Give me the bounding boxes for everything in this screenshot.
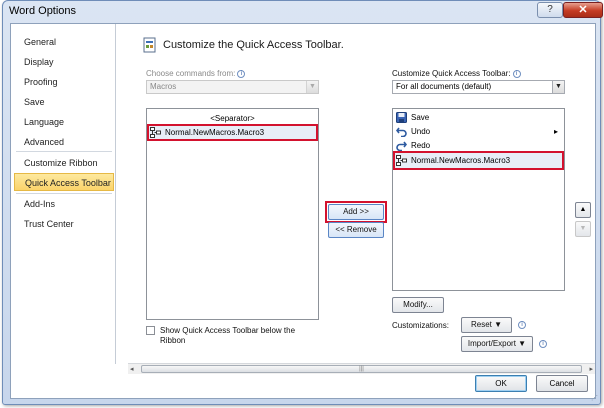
show-below-ribbon-label-2: Ribbon	[160, 336, 186, 345]
ok-button[interactable]: OK	[475, 375, 527, 392]
customize-qat-label: Customize Quick Access Toolbar: i	[392, 69, 521, 78]
customize-qat-label-text: Customize Quick Access Toolbar:	[392, 69, 511, 78]
import-export-button[interactable]: Import/Export ▼	[461, 336, 533, 352]
sidebar-item-trust-center[interactable]: Trust Center	[14, 215, 114, 233]
sidebar-item-quick-access-toolbar[interactable]: Quick Access Toolbar	[14, 173, 114, 191]
customizations-label: Customizations:	[392, 321, 449, 330]
sidebar-item-advanced[interactable]: Advanced	[14, 133, 114, 151]
undo-icon	[396, 127, 407, 137]
chevron-down-icon: ▼	[552, 81, 564, 93]
sidebar-item-display[interactable]: Display	[14, 53, 114, 71]
cancel-button[interactable]: Cancel	[536, 375, 588, 392]
word-options-window: Word Options ? ✕ General Display Proofin…	[2, 0, 603, 405]
sidebar-item-add-ins[interactable]: Add-Ins	[14, 195, 114, 213]
help-button[interactable]: ?	[537, 2, 563, 18]
sidebar-item-proofing[interactable]: Proofing	[14, 73, 114, 91]
reset-button[interactable]: Reset ▼	[461, 317, 512, 333]
sidebar: General Display Proofing Save Language A…	[11, 24, 116, 364]
main-panel: Customize the Quick Access Toolbar. Choo…	[117, 24, 595, 374]
dialog-client: General Display Proofing Save Language A…	[10, 23, 596, 399]
sidebar-divider	[16, 151, 112, 152]
highlight-box	[393, 151, 564, 170]
page-title: Customize the Quick Access Toolbar.	[163, 39, 344, 51]
horizontal-scrollbar[interactable]: ◂ ||| ▸	[128, 363, 595, 374]
choose-commands-value: Macros	[150, 82, 177, 91]
info-icon: i	[237, 69, 246, 78]
modify-button[interactable]: Modify...	[392, 297, 444, 313]
sidebar-divider	[16, 193, 112, 194]
resize-grip-icon[interactable]: ⋰	[591, 394, 598, 402]
scroll-left-icon[interactable]: ◂	[130, 365, 134, 373]
customize-qat-dropdown[interactable]: For all documents (default) ▼	[392, 80, 565, 94]
info-icon: i	[512, 69, 521, 78]
remove-button[interactable]: << Remove	[328, 222, 384, 238]
available-commands-list[interactable]: <Separator> Normal.NewMacros.Macro3	[146, 108, 319, 320]
redo-icon	[396, 141, 407, 151]
chevron-down-icon: ▼	[306, 81, 318, 93]
window-title: Word Options	[9, 5, 77, 17]
move-up-button[interactable]: ▲	[575, 202, 591, 218]
show-below-ribbon-label-1: Show Quick Access Toolbar below the	[160, 326, 296, 335]
list-item[interactable]: Save	[395, 110, 562, 125]
choose-commands-dropdown[interactable]: Macros ▼	[146, 80, 319, 94]
sidebar-item-language[interactable]: Language	[14, 113, 114, 131]
title-bar: Word Options ? ✕	[3, 1, 603, 23]
info-icon: i	[539, 340, 547, 348]
choose-commands-label-text: Choose commands from:	[146, 69, 236, 78]
list-item-label: Save	[411, 113, 430, 122]
list-item-label: Undo	[411, 127, 431, 136]
move-down-button[interactable]: ▼	[575, 221, 591, 237]
sidebar-item-general[interactable]: General	[14, 33, 114, 51]
scroll-thumb[interactable]: |||	[141, 365, 582, 373]
show-below-ribbon-checkbox[interactable]	[146, 326, 155, 335]
toolbar-commands-list[interactable]: Save Undo ▸ Redo Normal.NewMacros.Macro3	[392, 108, 565, 291]
choose-commands-label: Choose commands from: i	[146, 69, 246, 78]
highlight-box	[147, 124, 318, 141]
scroll-right-icon[interactable]: ▸	[589, 365, 593, 373]
list-item[interactable]: Undo ▸	[395, 124, 562, 139]
save-icon	[396, 112, 407, 123]
quick-access-toolbar-icon	[143, 37, 156, 53]
submenu-arrow-icon: ▸	[554, 127, 559, 136]
sidebar-item-customize-ribbon[interactable]: Customize Ribbon	[14, 154, 114, 172]
highlight-box	[325, 201, 387, 223]
sidebar-item-save[interactable]: Save	[14, 93, 114, 111]
info-icon: i	[518, 321, 526, 329]
customize-qat-value: For all documents (default)	[396, 82, 492, 91]
close-button[interactable]: ✕	[563, 2, 603, 18]
